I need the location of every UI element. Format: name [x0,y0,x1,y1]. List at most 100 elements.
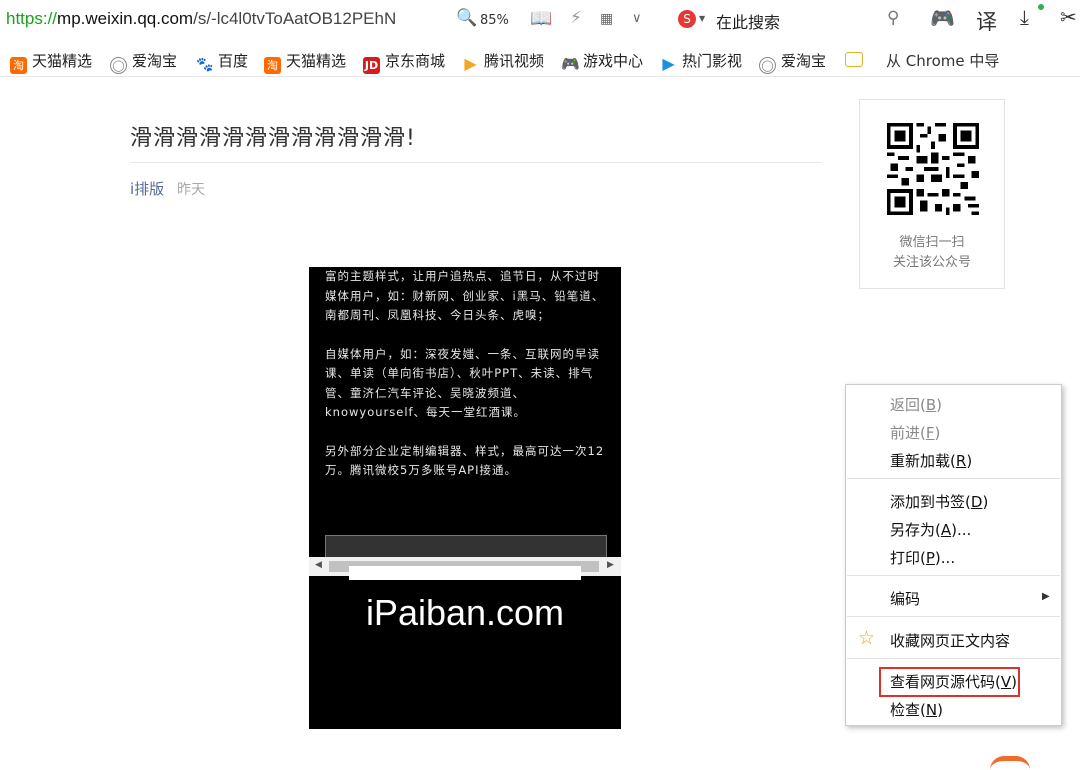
reader-mode-icon[interactable]: 📖 [530,8,552,29]
menu-label: 添加到书签 [890,493,966,511]
menu-item-print[interactable]: 打印(P)... [890,547,955,568]
url-path: /s/-lc4l0tvToAatOB12PEhN [193,9,397,28]
bookmark-label: 天猫精选 [32,52,93,70]
bookmark-item[interactable]: ◯ 爱淘宝 [110,50,177,74]
bookmark-item[interactable]: 淘天猫精选 [10,50,92,74]
bookmark-import[interactable]: 从 Chrome 中导 [886,50,1080,71]
game-icon[interactable]: 🎮 [930,6,955,30]
menu-ellipsis: ... [957,521,972,539]
download-icon[interactable]: ⤓ [1020,5,1029,29]
menu-item-collect-content[interactable]: 收藏网页正文内容 [890,630,1010,651]
floating-widget-icon[interactable] [990,756,1030,770]
menu-shortcut-key: P [925,549,935,567]
menu-separator [847,616,1060,617]
embedded-screenshot-thumb [325,535,607,559]
menu-shortcut-key: V [1000,673,1012,691]
menu-item-bookmark[interactable]: 添加到书签(D) [890,491,988,512]
baidu-paw-icon: 🐾 [196,57,214,74]
menu-label: 打印 [890,549,921,567]
bookmark-label: 腾讯视频 [484,52,545,70]
bookmark-item[interactable]: ▶ 热门影视 [660,50,742,72]
bookmark-label: 热门影视 [682,52,743,70]
search-input[interactable]: 在此搜索 [716,9,780,33]
menu-shortcut-key: D [970,493,983,511]
menu-shortcut-key: N [925,701,938,719]
translate-button[interactable]: 译 [976,6,997,36]
logo-graphic [349,566,581,580]
menu-shortcut-key: R [955,452,967,470]
menu-item-forward[interactable]: 前进(F) [890,422,940,443]
menu-item-reload[interactable]: 重新加载(R) [890,450,972,471]
bookmark-item[interactable]: ▶ 腾讯视频 [462,50,544,72]
menu-label: 查看网页源代码 [890,673,996,691]
folder-icon [845,52,863,67]
search-icon[interactable]: ⚲ [887,8,899,28]
context-menu: 返回(B) 前进(F) 重新加载(R) 添加到书签(D) 另存为(A)... 打… [845,384,1062,726]
menu-label: 编码 [890,590,921,608]
menu-label: 返回 [890,396,921,414]
menu-separator [847,658,1060,659]
star-icon: ☆ [858,627,876,649]
bookmark-item[interactable]: 🐾 百度 [196,50,248,74]
bookmark-label: 百度 [218,52,249,70]
url-host: mp.weixin.qq.com [57,9,194,28]
scissors-icon[interactable]: ✂ [1060,5,1077,29]
qr-code-image [887,123,979,215]
publish-date: 昨天 [177,182,205,198]
play-icon: ▶ [660,55,677,72]
browser-toolbar: https://mp.weixin.qq.com/s/-lc4l0tvToAat… [0,0,1080,40]
menu-item-back[interactable]: 返回(B) [890,394,942,415]
lightning-icon[interactable]: ⚡ [570,8,582,28]
globe-icon: ◯ [759,57,776,74]
bookmark-label: 从 Chrome 中导 [886,52,1000,70]
qrcode-icon[interactable]: ▦ [600,11,613,27]
bookmark-label: 天猫精选 [286,52,347,70]
qr-caption-line2: 关注该公众号 [892,255,971,270]
download-badge [1038,4,1044,10]
bookmark-label: 爱淘宝 [132,52,178,70]
chevron-down-icon[interactable]: ∨ [632,11,642,26]
menu-separator [847,575,1060,576]
article-paragraph: 自媒体用户，如：深夜发媸、一条、互联网的早读课、单读（单向街书店）、秋叶PPT、… [325,346,600,420]
article-paragraph: 媒体用户，如：财新网、创业家、i黑马、铅笔道、南都周刊、凤凰科技、今日头条、虎嗅… [325,288,605,323]
url-scheme: https:// [6,9,58,28]
scroll-left-icon[interactable]: ◀ [315,560,322,570]
bookmark-item[interactable]: 🎮 游戏中心 [561,50,643,73]
tmall-icon: 淘 [10,57,27,74]
menu-separator [847,478,1060,479]
menu-shortcut-key: F [925,424,935,442]
bookmark-item[interactable]: ◯ 爱淘宝 [759,50,826,74]
jd-icon: JD [363,57,380,74]
menu-shortcut-key: A [940,521,952,539]
bookmark-item[interactable]: 淘天猫精选 [264,50,346,74]
bookmark-label: 游戏中心 [583,52,644,70]
zoom-level[interactable]: 85% [480,13,509,28]
menu-label: 检查 [890,701,921,719]
scroll-right-icon[interactable]: ▶ [607,560,614,570]
menu-item-save-as[interactable]: 另存为(A)... [890,519,971,540]
engine-dropdown-icon[interactable]: ▼ [699,14,705,23]
tmall-icon: 淘 [264,57,281,74]
bookmark-label: 爱淘宝 [781,52,827,70]
bookmark-folder[interactable] [845,50,868,68]
sogou-search-engine-icon[interactable]: S [678,10,696,28]
menu-item-view-source[interactable]: 查看网页源代码(V) [890,671,1017,692]
menu-shortcut-key: B [925,396,937,414]
menu-item-encoding[interactable]: 编码 [890,588,920,609]
menu-label: 另存为 [890,521,936,539]
qr-card: 微信扫一扫 关注该公众号 [859,99,1005,289]
article-title: 滑滑滑滑滑滑滑滑滑滑滑滑! [130,126,416,151]
zoom-icon[interactable]: 🔍 [456,8,477,28]
tencent-video-icon: ▶ [462,55,479,72]
author-link[interactable]: i排版 [130,178,164,199]
address-bar[interactable]: https://mp.weixin.qq.com/s/-lc4l0tvToAat… [6,9,428,29]
menu-label: 重新加载 [890,452,951,470]
qr-caption-line1: 微信扫一扫 [899,235,965,250]
menu-item-inspect[interactable]: 检查(N) [890,699,943,720]
globe-icon: ◯ [110,57,127,74]
logo-text: iPaiban.com [365,592,565,633]
menu-ellipsis: ... [940,549,956,567]
bookmark-item[interactable]: JD 京东商城 [363,50,445,74]
menu-label: 收藏网页正文内容 [890,632,1011,650]
menu-label: 前进 [890,424,921,442]
